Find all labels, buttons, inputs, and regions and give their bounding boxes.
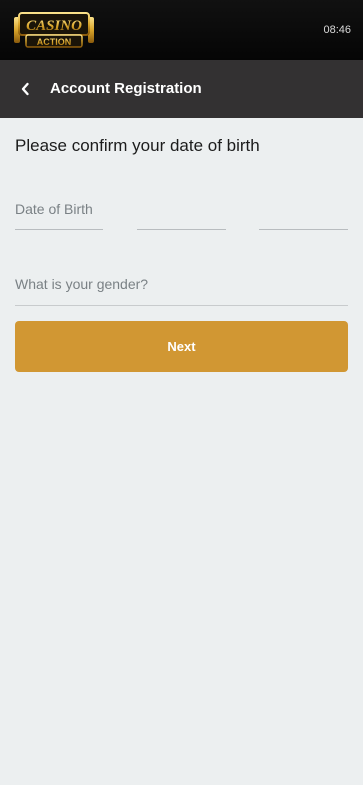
status-time: 08:46 bbox=[323, 24, 351, 36]
date-of-birth-label: Date of Birth bbox=[15, 201, 93, 217]
dob-year-field[interactable] bbox=[259, 229, 348, 230]
page-title: Account Registration bbox=[50, 80, 202, 97]
dob-day-field[interactable] bbox=[15, 229, 103, 230]
dob-month-field[interactable] bbox=[137, 229, 226, 230]
page-header: Account Registration bbox=[0, 60, 363, 118]
top-bar: CASINO ACTION 08:46 bbox=[0, 0, 363, 60]
next-button[interactable]: Next bbox=[15, 321, 348, 372]
gender-placeholder: What is your gender? bbox=[15, 276, 149, 292]
svg-text:CASINO: CASINO bbox=[26, 18, 82, 34]
svg-text:ACTION: ACTION bbox=[37, 37, 72, 47]
form-heading: Please confirm your date of birth bbox=[15, 136, 260, 155]
casino-action-logo[interactable]: CASINO ACTION bbox=[14, 11, 94, 49]
back-button[interactable] bbox=[14, 78, 36, 100]
gender-select[interactable]: What is your gender? bbox=[15, 266, 348, 306]
chevron-left-icon bbox=[21, 82, 29, 96]
